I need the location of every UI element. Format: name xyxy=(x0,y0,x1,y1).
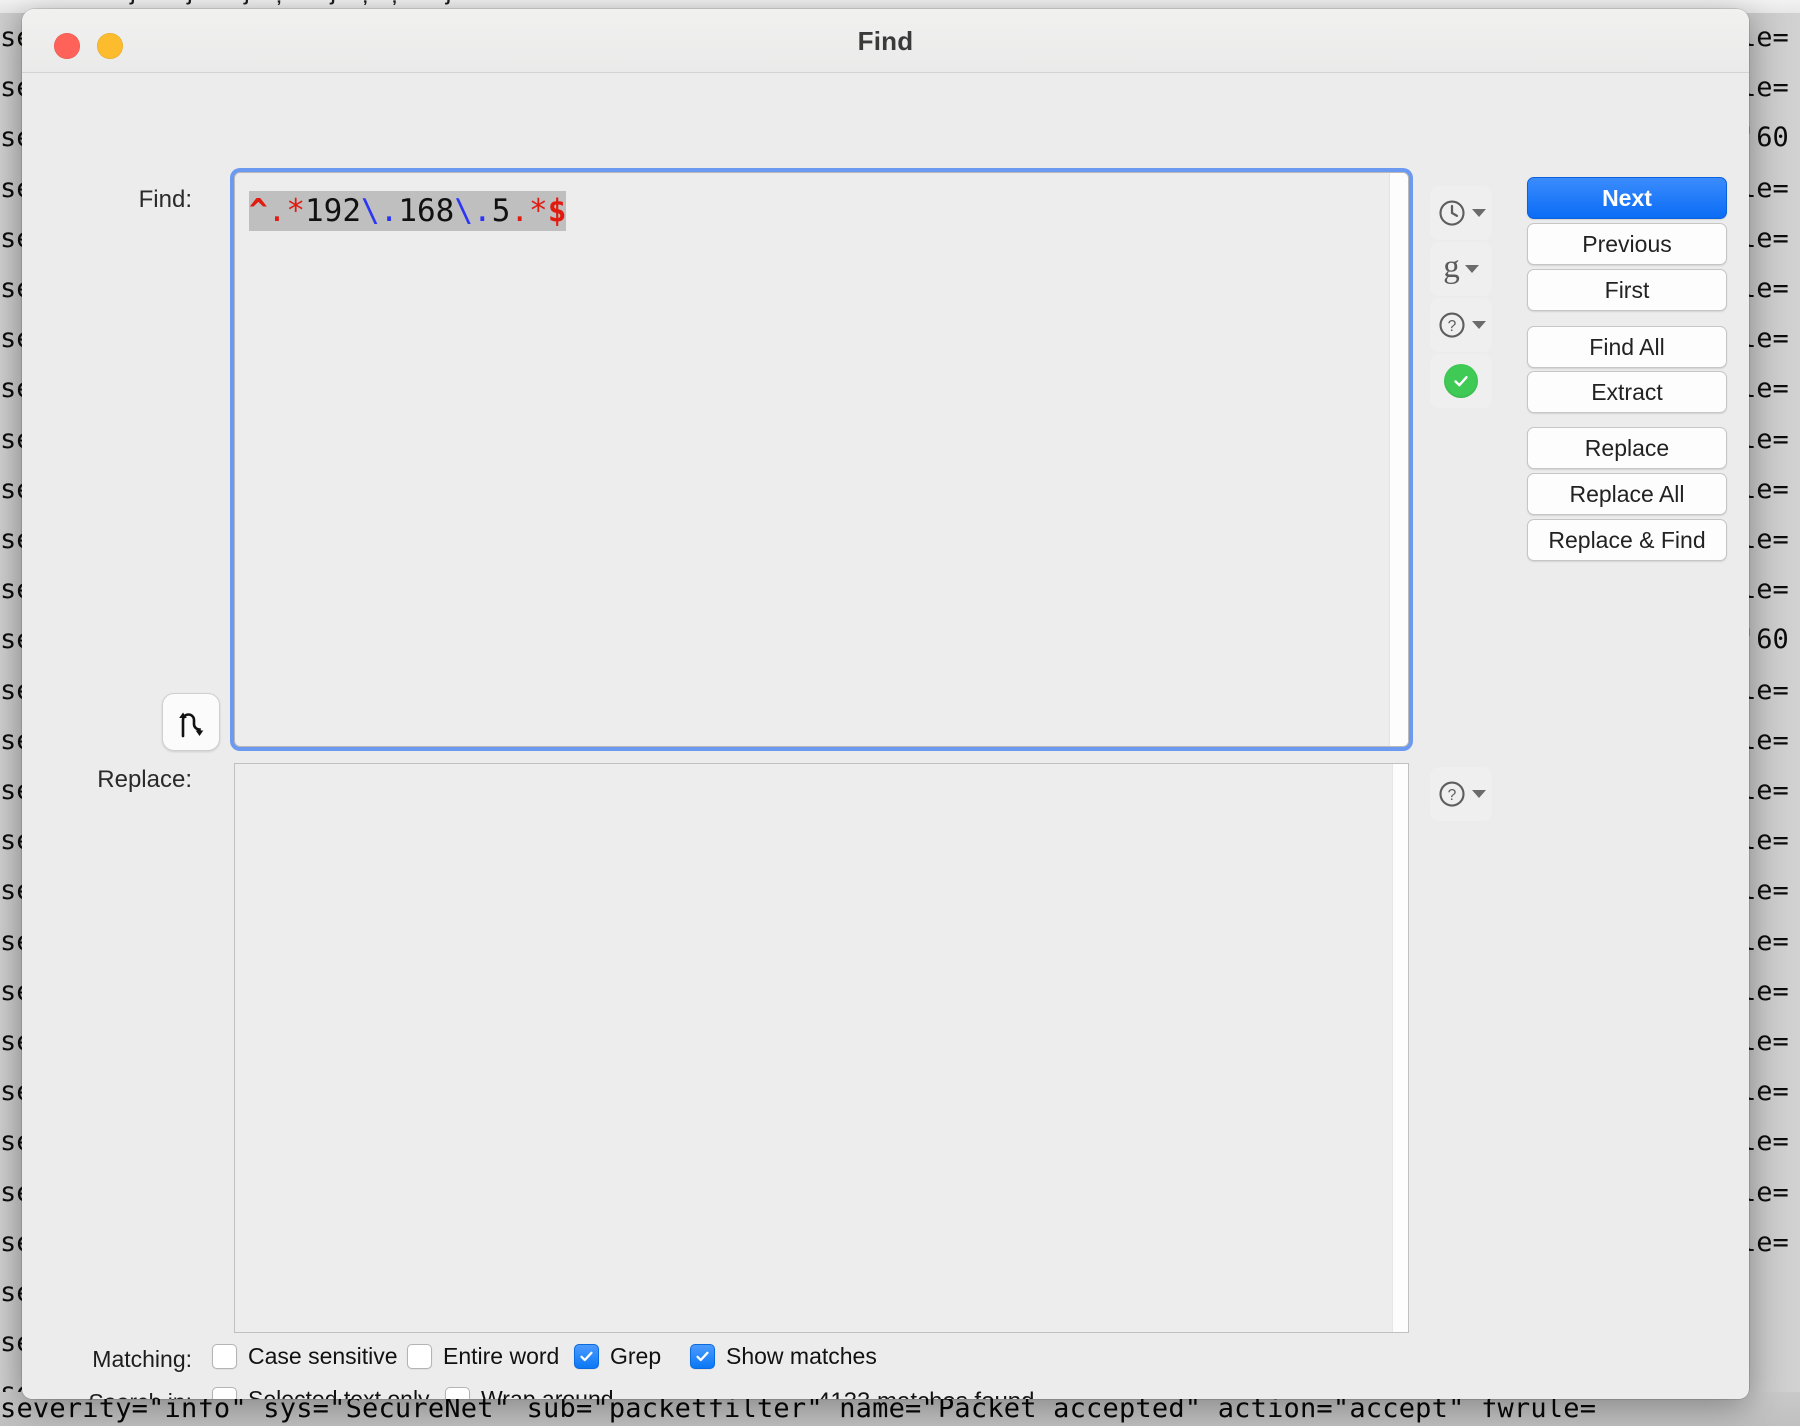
dialog-body: Find: ^.*192\.168\.5.*$ Replace: g xyxy=(22,73,1749,1399)
find-input[interactable]: ^.*192\.168\.5.*$ xyxy=(234,172,1409,747)
checkbox-empty-icon[interactable] xyxy=(407,1344,432,1369)
next-button[interactable]: Next xyxy=(1527,177,1727,219)
grep-patterns-button[interactable]: g xyxy=(1430,242,1492,296)
find-pattern-selection: ^.*192\.168\.5.*$ xyxy=(249,191,566,231)
matching-label: Matching: xyxy=(42,1346,192,1373)
checkbox-entire-word[interactable]: Entire word xyxy=(407,1343,559,1370)
pattern-valid-indicator xyxy=(1430,354,1492,408)
find-dialog: Find Find: ^.*192\.168\.5.*$ Replace: xyxy=(22,9,1749,1399)
checkbox-label: Entire word xyxy=(443,1343,559,1370)
swap-find-replace-button[interactable] xyxy=(162,693,220,751)
svg-text:?: ? xyxy=(1447,318,1456,335)
checkbox-label: Wrap around xyxy=(481,1386,614,1399)
checkbox-empty-icon[interactable] xyxy=(445,1387,470,1399)
extract-button[interactable]: Extract xyxy=(1527,371,1727,413)
checkbox-show-matches[interactable]: Show matches xyxy=(690,1343,877,1370)
replace-help-button[interactable]: ? xyxy=(1430,767,1492,821)
checkbox-wrap-around[interactable]: Wrap around xyxy=(445,1386,614,1399)
help-icon: ? xyxy=(1437,779,1467,809)
checkbox-label: Case sensitive xyxy=(248,1343,398,1370)
checkbox-case-sensitive[interactable]: Case sensitive xyxy=(212,1343,398,1370)
swap-arrows-icon xyxy=(176,706,206,738)
regex-token-meta: * xyxy=(529,193,548,229)
replace-field-label: Replace: xyxy=(52,766,192,794)
replace-input[interactable] xyxy=(234,763,1409,1333)
chevron-down-icon xyxy=(1465,265,1479,273)
matches-found-status: 4133 matches found. xyxy=(817,1388,1041,1399)
checkmark-icon xyxy=(578,1348,595,1365)
find-help-button[interactable]: ? xyxy=(1430,298,1492,352)
regex-token-esc: . xyxy=(380,193,399,229)
search-history-button[interactable] xyxy=(1430,186,1492,240)
replace-scrollbar[interactable] xyxy=(1392,764,1408,1332)
svg-text:?: ? xyxy=(1447,787,1456,804)
search-in-label: Search in: xyxy=(42,1389,192,1399)
checkbox-selected-text-only[interactable]: Selected text only xyxy=(212,1386,430,1399)
checkbox-empty-icon[interactable] xyxy=(212,1344,237,1369)
regex-token-meta: . xyxy=(268,193,287,229)
regex-token-anchor: ^ xyxy=(249,193,268,229)
checkmark-icon xyxy=(1451,371,1471,391)
regex-token-esc: \ xyxy=(361,193,380,229)
regex-token-meta: * xyxy=(286,193,305,229)
window-title: Find xyxy=(22,9,1749,73)
find-scrollbar[interactable] xyxy=(1389,173,1408,746)
checkbox-grep[interactable]: Grep xyxy=(574,1343,661,1370)
regex-token-meta: . xyxy=(510,193,529,229)
previous-button[interactable]: Previous xyxy=(1527,223,1727,265)
replace-find-button[interactable]: Replace & Find xyxy=(1527,519,1727,561)
regex-token-lit: 168 xyxy=(398,193,454,229)
first-button[interactable]: First xyxy=(1527,269,1727,311)
find-field-label: Find: xyxy=(52,186,192,214)
find-all-button[interactable]: Find All xyxy=(1527,326,1727,368)
chevron-down-icon xyxy=(1472,209,1486,217)
replace-button[interactable]: Replace xyxy=(1527,427,1727,469)
regex-token-anchor: $ xyxy=(548,193,567,229)
regex-token-esc: . xyxy=(473,193,492,229)
find-pattern-text[interactable]: ^.*192\.168\.5.*$ xyxy=(249,191,1389,231)
checkbox-checked-icon[interactable] xyxy=(690,1344,715,1369)
checkbox-empty-icon[interactable] xyxy=(212,1387,237,1399)
checkbox-label: Grep xyxy=(610,1343,661,1370)
valid-check-icon xyxy=(1444,364,1478,398)
grep-g-icon: g xyxy=(1443,251,1460,284)
checkbox-label: Selected text only xyxy=(248,1386,430,1399)
chevron-down-icon xyxy=(1472,321,1486,329)
regex-token-esc: \ xyxy=(454,193,473,229)
clock-icon xyxy=(1437,198,1467,228)
help-icon: ? xyxy=(1437,310,1467,340)
close-button[interactable] xyxy=(54,33,80,59)
checkbox-label: Show matches xyxy=(726,1343,877,1370)
menu-bar-text: ȷ ȷ ȷ ̦ ȷ ̦ ̦ ȷ xyxy=(0,0,473,5)
checkbox-checked-icon[interactable] xyxy=(574,1344,599,1369)
checkmark-icon xyxy=(694,1348,711,1365)
dialog-titlebar[interactable]: Find xyxy=(22,9,1749,73)
minimize-button[interactable] xyxy=(97,33,123,59)
chevron-down-icon xyxy=(1472,790,1486,798)
regex-token-lit: 5 xyxy=(492,193,511,229)
replace-all-button[interactable]: Replace All xyxy=(1527,473,1727,515)
regex-token-lit: 192 xyxy=(305,193,361,229)
